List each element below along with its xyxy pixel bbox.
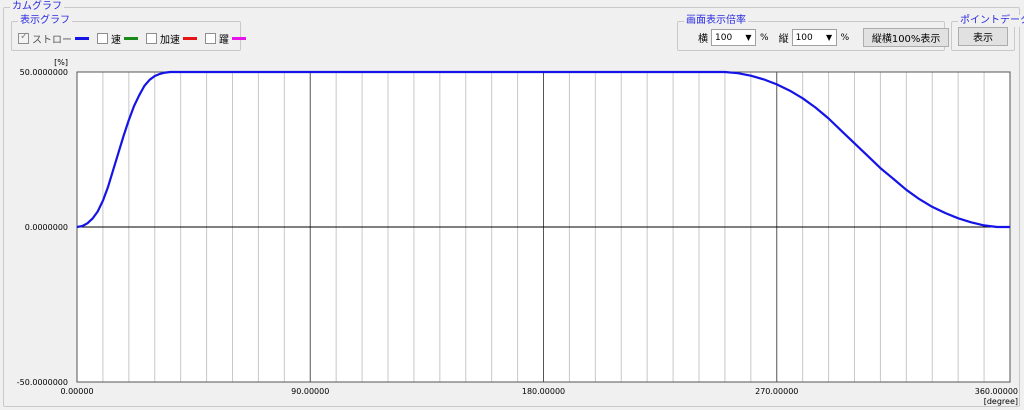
y-tick-label: -50.0000000 [17, 378, 68, 387]
cam-chart: 0.00000 90.00000 180.00000 270.00000 360.000… [17, 58, 1018, 406]
x-tick-label: 180.00000 [522, 387, 565, 396]
x-axis-label: [degree] [984, 397, 1018, 406]
y-axis-label: [%] [54, 58, 68, 67]
x-tick-label: 360.00000 [975, 387, 1018, 396]
y-tick-label: 50.0000000 [20, 68, 68, 77]
x-tick-label: 270.00000 [755, 387, 798, 396]
x-tick-label: 90.00000 [291, 387, 329, 396]
x-tick-label: 0.00000 [60, 387, 93, 396]
y-tick-label: 0.0000000 [25, 223, 68, 232]
